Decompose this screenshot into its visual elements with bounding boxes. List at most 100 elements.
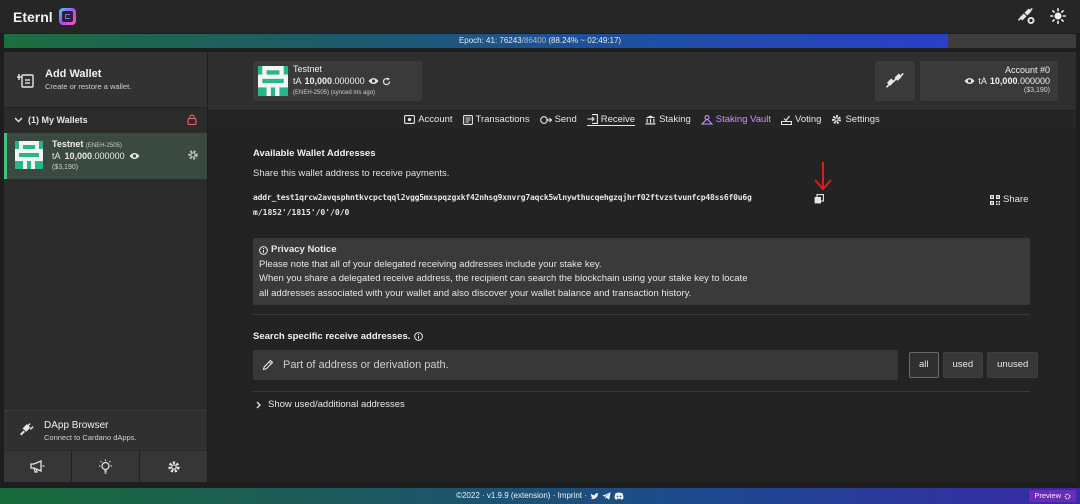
telegram-icon[interactable] xyxy=(602,492,611,500)
address-search-box[interactable] xyxy=(253,350,898,380)
dapp-connect-button[interactable] xyxy=(875,61,915,101)
plug-icon xyxy=(18,422,34,439)
megaphone-icon xyxy=(30,460,45,473)
vault-icon xyxy=(700,114,713,125)
wallet-fiat-balance: ($3,190) xyxy=(52,164,79,171)
pencil-icon xyxy=(262,359,274,371)
top-bar: Eternl xyxy=(0,0,1080,33)
plug-icon xyxy=(886,72,904,90)
section-subtitle: Share this wallet address to receive pay… xyxy=(253,168,450,179)
wallet-header: Testnet tA 10,000.000000 (ENEH-2505) (syn… xyxy=(208,52,1076,110)
theme-toggle-sun-icon[interactable] xyxy=(1050,8,1066,25)
dapp-browser-button[interactable]: DApp Browser Connect to Cardano dApps. xyxy=(4,410,207,450)
my-wallets-header[interactable]: (1) My Wallets xyxy=(4,109,207,131)
lock-icon[interactable] xyxy=(187,114,197,125)
eternl-logo-icon xyxy=(58,8,76,25)
bank-icon xyxy=(645,115,656,125)
wallet-tabs: Account Transactions Send Receive Stakin… xyxy=(208,111,1076,128)
tab-voting[interactable]: Voting xyxy=(781,114,821,125)
wallet-list-item[interactable]: Testnet (ENEH-2505) tA 10,000.000000 ($3,… xyxy=(4,133,207,179)
qr-code-icon xyxy=(990,194,1000,205)
privacy-line-1: Please note that all of your delegated r… xyxy=(259,258,602,270)
add-wallet-title: Add Wallet xyxy=(45,68,102,80)
network-connect-icon[interactable] xyxy=(1018,8,1036,25)
wallet-settings-gear-icon[interactable] xyxy=(187,149,199,161)
account-icon xyxy=(404,115,416,124)
privacy-line-3: all addresses associated with your walle… xyxy=(259,287,692,299)
show-additional-addresses-toggle[interactable]: Show used/additional addresses xyxy=(256,399,405,410)
tab-staking[interactable]: Staking xyxy=(645,114,691,125)
wallet-balance: tA 10,000.000000 xyxy=(52,151,140,161)
annotation-arrow-icon xyxy=(809,161,833,193)
dapp-browser-subtitle: Connect to Cardano dApps. xyxy=(44,432,137,442)
tips-button[interactable] xyxy=(72,451,139,482)
filter-all-button[interactable]: all xyxy=(909,352,939,378)
tab-account[interactable]: Account xyxy=(404,114,453,125)
eye-icon[interactable] xyxy=(129,152,140,160)
wallet-sync-status: (ENEH-2505) (synced ms ago) xyxy=(293,90,376,96)
receive-address[interactable]: addr_test1qrcw2avqsphntkvcpctqql2vgg5mxs… xyxy=(253,193,752,202)
app-title: Eternl xyxy=(13,8,53,25)
eye-icon[interactable] xyxy=(964,77,975,85)
wallet-id: (ENEH-2505) xyxy=(85,143,122,149)
tab-staking-vault[interactable]: Staking Vault xyxy=(700,114,771,125)
account-fiat-balance: ($3,190) xyxy=(1023,87,1050,94)
account-summary-card[interactable]: Account #0 tA 10,000.000000 ($3,190) xyxy=(920,61,1058,101)
sidebar: Add Wallet Create or restore a wallet. (… xyxy=(4,52,207,482)
search-label: Search specific receive addresses. xyxy=(253,331,424,342)
preview-settings-icon xyxy=(1064,493,1071,500)
wallet-card-balance: tA 10,000.000000 xyxy=(293,76,391,86)
privacy-notice-title: Privacy Notice xyxy=(271,244,337,255)
wallet-avatar xyxy=(15,141,43,169)
privacy-notice: Privacy Notice Please note that all of y… xyxy=(253,238,1030,305)
tab-receive[interactable]: Receive xyxy=(586,114,636,126)
twitter-icon[interactable] xyxy=(590,492,599,500)
add-wallet-button[interactable]: Add Wallet Create or restore a wallet. xyxy=(4,52,207,108)
info-icon[interactable] xyxy=(414,332,424,341)
filter-used-button[interactable]: used xyxy=(942,352,984,378)
privacy-line-2: When you share a delegated receive addre… xyxy=(259,273,748,284)
epoch-progress-bar: Epoch: 41: 76243/86400 (88.24% ~ 02:49:1… xyxy=(4,34,1076,48)
refresh-icon[interactable] xyxy=(382,77,391,86)
gear-icon xyxy=(167,460,181,474)
top-icons xyxy=(1018,8,1066,25)
tab-transactions[interactable]: Transactions xyxy=(462,114,530,125)
preview-badge[interactable]: Preview xyxy=(1029,490,1076,502)
my-wallets-label: (1) My Wallets xyxy=(28,115,88,125)
account-balance: tA 10,000.000000 xyxy=(920,76,1050,86)
derivation-path: m/1852'/1815'/0'/0/0 xyxy=(253,208,350,217)
tab-settings[interactable]: Settings xyxy=(831,114,880,125)
address-search-input[interactable] xyxy=(283,359,883,371)
receive-panel: Available Wallet Addresses Share this wa… xyxy=(208,128,1076,482)
lightbulb-icon xyxy=(98,459,113,474)
receive-icon xyxy=(587,114,598,124)
app-settings-button[interactable] xyxy=(140,451,207,482)
wallet-name: Testnet xyxy=(52,139,84,149)
section-title: Available Wallet Addresses xyxy=(253,148,376,159)
share-button[interactable]: Share xyxy=(990,194,1028,205)
announcements-button[interactable] xyxy=(4,451,71,482)
epoch-progress-text: Epoch: 41: 76243/86400 (88.24% ~ 02:49:1… xyxy=(458,36,622,45)
add-wallet-subtitle: Create or restore a wallet. xyxy=(45,82,132,91)
tab-send[interactable]: Send xyxy=(539,114,577,125)
wallet-card-name: Testnet xyxy=(293,64,323,74)
discord-icon[interactable] xyxy=(614,492,624,500)
chevron-down-icon xyxy=(14,117,23,123)
chevron-right-icon xyxy=(256,401,261,409)
wallet-avatar xyxy=(258,66,288,96)
wallet-summary-card[interactable]: Testnet tA 10,000.000000 (ENEH-2505) (syn… xyxy=(253,61,422,101)
divider xyxy=(253,391,1030,392)
vote-icon xyxy=(781,115,793,125)
account-title: Account #0 xyxy=(1004,65,1050,75)
add-wallet-icon xyxy=(17,71,35,89)
divider xyxy=(253,314,1030,315)
info-icon xyxy=(259,245,268,255)
send-icon xyxy=(539,115,552,125)
eye-icon[interactable] xyxy=(368,77,379,85)
filter-unused-button[interactable]: unused xyxy=(987,352,1039,378)
footer-text: ©2022 · v1.9.9 (extension) · Imprint · xyxy=(0,488,1080,504)
footer-bar: ©2022 · v1.9.9 (extension) · Imprint · P… xyxy=(0,488,1080,504)
copy-icon[interactable] xyxy=(814,194,824,204)
sidebar-footer-buttons xyxy=(4,451,207,482)
app-brand[interactable]: Eternl xyxy=(13,8,76,25)
